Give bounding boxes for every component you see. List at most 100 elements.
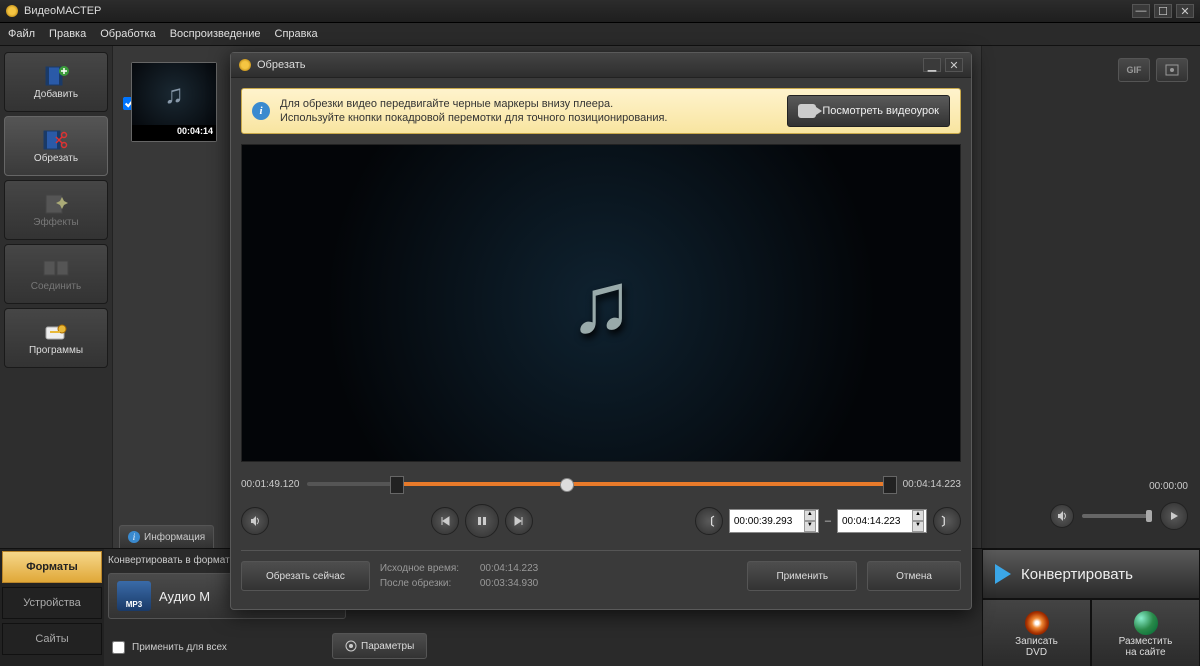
titlebar: ВидеоМАСТЕР — ☐ ✕ [0,0,1200,23]
timeline: 00:01:49.120 00:04:14.223 [241,474,961,494]
tip-line2: Используйте кнопки покадровой перемотки … [280,111,777,125]
marker-end[interactable] [883,476,897,494]
two-buttons: Записать DVD Разместить на сайте [982,599,1200,666]
dialog-bottom: Обрезать сейчас Исходное время:00:04:14.… [241,561,961,591]
film-scissors-icon [42,129,70,151]
playhead[interactable] [560,478,574,492]
convert-arrow-icon [995,564,1011,584]
fullscreen-button[interactable] [1156,58,1188,82]
marker-start[interactable] [390,476,404,494]
trim-end-input[interactable]: ▲▼ [837,509,927,533]
minimize-button[interactable]: — [1132,4,1150,18]
trim-start-input[interactable]: ▲▼ [729,509,819,533]
tip-bar: i Для обрезки видео передвигайте черные … [241,88,961,134]
gif-label: GIF [1127,65,1142,75]
src-time-value: 00:04:14.223 [480,563,538,574]
sidebar-effects-button[interactable]: Эффекты [4,180,108,240]
menu-file[interactable]: Файл [8,28,35,40]
spinner[interactable]: ▲▼ [804,510,816,532]
sidebar-label: Обрезать [34,153,78,164]
prev-frame-icon [439,515,451,527]
maximize-button[interactable]: ☐ [1154,4,1172,18]
watch-tutorial-button[interactable]: Посмотреть видеоурок [787,95,950,127]
time-right: 00:04:14.223 [903,479,961,490]
sidebar-label: Соединить [31,281,81,292]
menu-playback[interactable]: Воспроизведение [170,28,261,40]
film-plus-icon [42,65,70,87]
volume-slider[interactable] [1082,514,1152,518]
video-thumbnail[interactable]: ♫ 00:04:14 [131,62,217,142]
pause-icon [476,515,488,527]
play-button[interactable] [1160,502,1188,530]
apply-all-row: Применить для всех [108,638,227,657]
gear-icon [345,640,357,652]
preview-time: 00:00:00 [1149,481,1188,492]
meta-info: Исходное время:00:04:14.223 После обрезк… [380,561,538,591]
mp3-icon: MP3 [117,581,151,611]
dialog-preview: ♫ [241,144,961,462]
cancel-button[interactable]: Отмена [867,561,961,591]
track-fill [395,482,894,486]
prev-frame-button[interactable] [431,507,459,535]
sidebar-join-button[interactable]: Соединить [4,244,108,304]
spinner[interactable]: ▲▼ [912,510,924,532]
cut-now-button[interactable]: Обрезать сейчас [241,561,370,591]
tab-devices[interactable]: Устройства [2,587,102,619]
after-time-value: 00:03:34.930 [480,578,538,589]
apply-button[interactable]: Применить [747,561,857,591]
dialog-minimize-button[interactable]: ▁ [923,58,941,72]
burn-dvd-button[interactable]: Записать DVD [982,599,1091,666]
trim-end-field[interactable] [840,515,906,528]
sidebar-add-button[interactable]: Добавить [4,52,108,112]
info-icon: i [128,531,140,543]
app-logo-icon [6,5,18,17]
globe-icon [1134,611,1158,635]
tab-sites[interactable]: Сайты [2,623,102,655]
sidebar-cut-button[interactable]: Обрезать [4,116,108,176]
set-end-button[interactable]: 〕 [933,507,961,535]
sidebar-label: Добавить [34,89,78,100]
speaker-icon [1056,510,1068,522]
dialog-close-button[interactable]: ✕ [945,58,963,72]
thumbnail-duration: 00:04:14 [132,125,216,141]
tip-line1: Для обрезки видео передвигайте черные ма… [280,97,777,111]
film-sparkle-icon [42,193,70,215]
cut-now-label: Обрезать сейчас [266,571,345,582]
menu-process[interactable]: Обработка [100,28,155,40]
trim-start-field[interactable] [732,515,798,528]
apply-all-label: Применить для всех [132,642,227,653]
bracket-left-icon: 〔 [703,513,714,529]
play-icon [1169,511,1179,521]
controls-row: 〔 ▲▼ – ▲▼ 〕 [241,504,961,538]
track[interactable] [307,474,894,494]
format-tabs: Форматы Устройства Сайты [0,549,104,666]
info-tab[interactable]: i Информация [119,525,214,548]
sidebar-label: Программы [29,345,83,356]
convert-button[interactable]: Конвертировать [982,549,1200,599]
apply-all-checkbox[interactable] [112,641,125,654]
dialog-title: Обрезать [257,59,919,71]
preview-controls [1050,502,1188,530]
dialog-volume-button[interactable] [241,507,269,535]
info-tab-label: Информация [144,532,205,543]
publish-button[interactable]: Разместить на сайте [1091,599,1200,666]
menu-help[interactable]: Справка [275,28,318,40]
tab-formats[interactable]: Форматы [2,551,102,583]
next-frame-button[interactable] [505,507,533,535]
volume-button[interactable] [1050,504,1074,528]
close-button[interactable]: ✕ [1176,4,1194,18]
pause-button[interactable] [465,504,499,538]
set-start-button[interactable]: 〔 [695,507,723,535]
convert-to-label: Конвертировать в формат: [108,555,232,566]
bracket-right-icon: 〕 [942,513,953,529]
app-title: ВидеоМАСТЕР [24,5,1128,17]
after-label: После обрезки: [380,576,480,591]
dialog-logo-icon [239,59,251,71]
sidebar-programs-button[interactable]: Программы [4,308,108,368]
film-join-icon [42,257,70,279]
fullscreen-icon [1165,64,1179,76]
menu-edit[interactable]: Правка [49,28,86,40]
cancel-label: Отмена [896,571,932,582]
params-button[interactable]: Параметры [332,633,427,659]
gif-button[interactable]: GIF [1118,58,1150,82]
